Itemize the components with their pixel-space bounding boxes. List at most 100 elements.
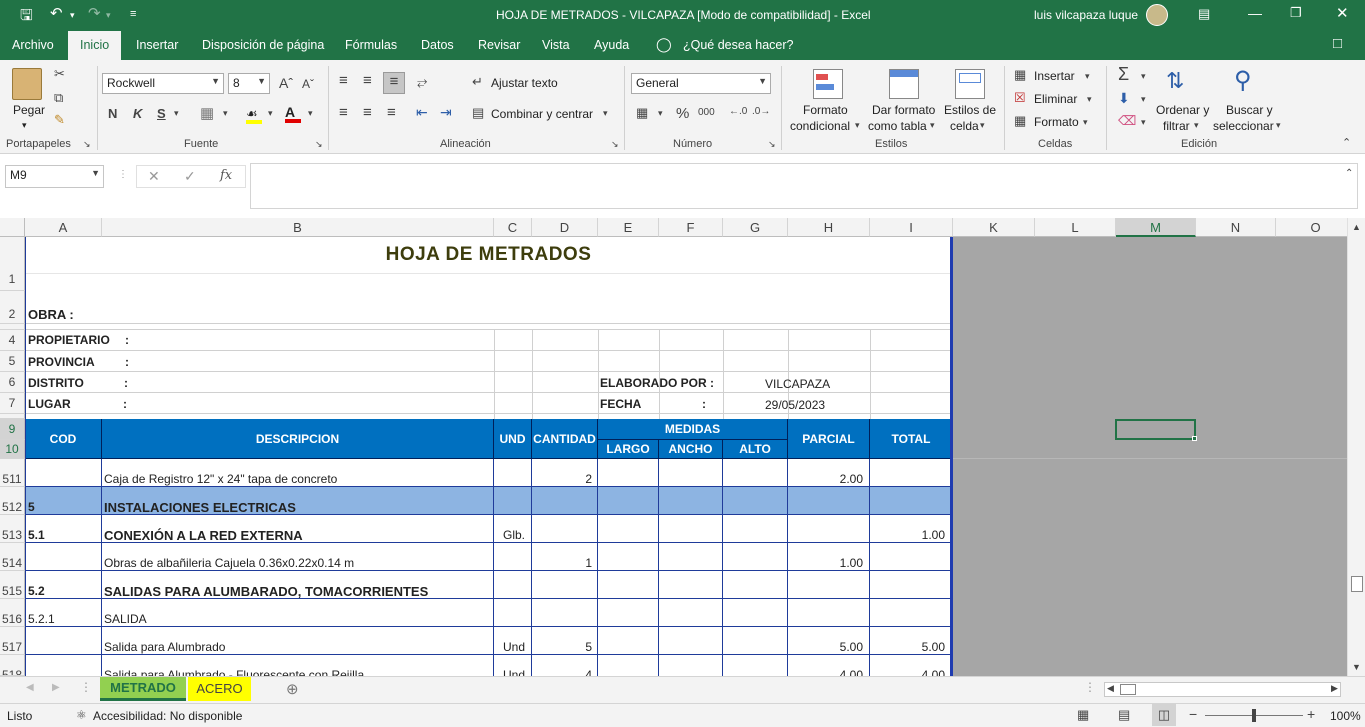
column-header-d[interactable]: D <box>532 218 598 237</box>
scroll-down-icon[interactable]: ▼ <box>1352 662 1361 672</box>
format-as-table-label-1[interactable]: Dar formato <box>872 103 935 117</box>
column-header-o[interactable]: O <box>1276 218 1347 237</box>
align-left-icon[interactable]: ≡ <box>339 104 348 121</box>
wrap-text-icon[interactable]: ↵ <box>472 74 483 90</box>
scroll-up-icon[interactable]: ▲ <box>1352 222 1361 232</box>
scroll-left-icon[interactable]: ◀ <box>1107 683 1114 694</box>
increase-indent-icon[interactable]: ⇥ <box>440 104 452 121</box>
accessibility-status[interactable]: Accesibilidad: No disponible <box>93 709 242 723</box>
fill-handle[interactable] <box>1192 436 1197 441</box>
italic-button[interactable]: K <box>133 106 142 121</box>
close-icon[interactable]: ✕ <box>1336 4 1349 22</box>
row-header[interactable]: 10 <box>0 440 25 459</box>
tab-menu-icon[interactable]: ⋮ <box>80 680 92 694</box>
cell-styles-icon[interactable] <box>955 69 985 99</box>
alignment-launcher-icon[interactable]: ↘ <box>611 139 619 150</box>
row-header[interactable]: 1 <box>0 237 25 291</box>
thousands-button[interactable]: 000 <box>698 107 715 118</box>
zoom-in-icon[interactable]: + <box>1307 706 1315 722</box>
zoom-slider-thumb[interactable] <box>1252 709 1256 722</box>
row-header[interactable]: 2 <box>0 291 25 324</box>
comments-icon[interactable]: □ <box>1333 35 1342 52</box>
format-as-table-icon[interactable] <box>889 69 919 99</box>
chevron-down-icon[interactable]: ▾ <box>1087 94 1092 105</box>
font-name-select[interactable]: Rockwell ▼ <box>102 73 224 94</box>
decrease-indent-icon[interactable]: ⇤ <box>416 104 428 121</box>
fill-dropdown-icon[interactable]: ▾ <box>268 108 273 119</box>
decrease-font-icon[interactable]: Aˇ <box>302 77 314 91</box>
column-header-e[interactable]: E <box>598 218 659 237</box>
column-header-h[interactable]: H <box>788 218 870 237</box>
increase-decimal-icon[interactable]: ←.0 <box>729 106 747 117</box>
chevron-down-icon[interactable]: ▾ <box>930 120 935 131</box>
align-bottom-icon[interactable]: ≡ <box>383 72 405 94</box>
formula-bar-grip-icon[interactable]: ⋮ <box>118 169 128 180</box>
column-header-k[interactable]: K <box>953 218 1035 237</box>
page-layout-view-icon[interactable]: ▤ <box>1118 707 1130 723</box>
merge-center-button[interactable]: Combinar y centrar <box>491 107 593 121</box>
expand-formula-icon[interactable]: ⌃ <box>1345 168 1353 179</box>
chevron-down-icon[interactable]: ▾ <box>980 120 985 131</box>
column-header-b[interactable]: B <box>102 218 494 237</box>
format-cells-icon[interactable]: ▦ <box>1014 113 1026 129</box>
row-header[interactable]: 9 <box>0 419 25 440</box>
find-select-label-2[interactable]: seleccionar <box>1213 119 1274 133</box>
user-name[interactable]: luis vilcapaza luque <box>1034 8 1138 22</box>
number-format-select[interactable]: General ▼ <box>631 73 771 94</box>
undo-icon[interactable]: ↶ <box>50 4 63 22</box>
row-header[interactable]: 4 <box>0 330 25 351</box>
clipboard-launcher-icon[interactable]: ↘ <box>83 139 91 150</box>
tab-datos[interactable]: Datos <box>421 38 454 52</box>
chevron-down-icon[interactable]: ▾ <box>1141 71 1146 82</box>
format-button[interactable]: Formato <box>1034 115 1079 129</box>
column-header-i[interactable]: I <box>870 218 953 237</box>
restore-icon[interactable]: ❐ <box>1290 5 1302 21</box>
horizontal-scroll-thumb[interactable] <box>1120 684 1136 695</box>
name-box[interactable]: M9 ▼ <box>5 165 104 188</box>
horizontal-scrollbar[interactable]: ◀ ▶ <box>1104 682 1341 697</box>
format-painter-icon[interactable]: ✎ <box>54 112 65 128</box>
chevron-down-icon[interactable]: ▾ <box>1085 71 1090 82</box>
tell-me-input[interactable]: ¿Qué desea hacer? <box>683 38 794 52</box>
tab-archivo[interactable]: Archivo <box>12 38 54 52</box>
formula-input[interactable] <box>250 163 1358 209</box>
delete-button[interactable]: Eliminar <box>1034 92 1077 106</box>
paste-icon[interactable] <box>12 68 42 100</box>
orientation-icon[interactable]: ⥂ <box>417 74 427 90</box>
bold-button[interactable]: N <box>108 106 117 121</box>
minimize-icon[interactable]: — <box>1248 5 1262 21</box>
font-color-icon[interactable]: A <box>285 104 301 123</box>
save-icon[interactable]: 🖫 <box>20 5 33 30</box>
row-header[interactable]: 6 <box>0 372 25 393</box>
font-launcher-icon[interactable]: ↘ <box>315 139 323 150</box>
column-header-f[interactable]: F <box>659 218 723 237</box>
tab-insertar[interactable]: Insertar <box>136 38 178 52</box>
fill-color-icon[interactable]: ☙ <box>246 106 262 124</box>
delete-cells-icon[interactable]: ☒ <box>1014 90 1026 106</box>
merge-dropdown-icon[interactable]: ▾ <box>603 108 608 119</box>
align-right-icon[interactable]: ≡ <box>387 104 396 121</box>
paste-button[interactable]: Pegar <box>13 103 45 117</box>
insert-button[interactable]: Insertar <box>1034 69 1075 83</box>
row-header[interactable]: 513 <box>0 515 25 543</box>
align-center-icon[interactable]: ≡ <box>363 104 372 121</box>
column-header-g[interactable]: G <box>723 218 788 237</box>
insert-function-button[interactable]: fx <box>220 168 232 183</box>
row-header[interactable]: 514 <box>0 543 25 571</box>
font-size-select[interactable]: 8 ▼ <box>228 73 270 94</box>
avatar[interactable] <box>1146 4 1168 26</box>
next-sheet-icon[interactable]: ▶ <box>52 682 60 693</box>
row-header[interactable]: 516 <box>0 599 25 627</box>
align-top-icon[interactable]: ≡ <box>339 72 348 89</box>
worksheet-grid[interactable]: A B C D E F G H I K L M N O 1 2 4 5 6 7 … <box>0 218 1347 676</box>
scroll-right-icon[interactable]: ▶ <box>1331 683 1338 694</box>
select-all-corner[interactable] <box>0 218 25 237</box>
column-header-c[interactable]: C <box>494 218 532 237</box>
increase-font-icon[interactable]: Aˆ <box>279 75 293 91</box>
sort-filter-label-2[interactable]: filtrar <box>1163 119 1190 133</box>
currency-dropdown-icon[interactable]: ▾ <box>658 108 663 119</box>
tab-formulas[interactable]: Fórmulas <box>345 38 397 52</box>
cell-styles-label-1[interactable]: Estilos de <box>944 103 996 117</box>
cell-styles-label-2[interactable]: celda <box>950 119 979 133</box>
chevron-down-icon[interactable]: ▾ <box>855 120 860 131</box>
